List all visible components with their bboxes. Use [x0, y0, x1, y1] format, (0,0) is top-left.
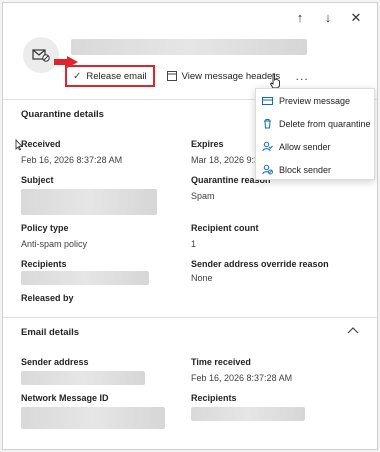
sender-address-label: Sender address [21, 357, 89, 367]
allow-sender-icon [262, 141, 273, 152]
chevron-up-icon[interactable] [347, 325, 359, 335]
top-navigation: ↑ ↓ ✕ [293, 11, 363, 25]
network-message-id-redacted [21, 407, 165, 429]
close-icon[interactable]: ✕ [349, 11, 363, 25]
quarantine-details-title: Quarantine details [21, 109, 104, 120]
email-details-title: Email details [21, 327, 80, 338]
menu-item-block-sender[interactable]: Block sender [256, 158, 374, 181]
mail-blocked-icon [32, 49, 50, 62]
time-received-label: Time received [191, 357, 251, 367]
menu-item-delete-from-quarantine[interactable]: Delete from quarantine [256, 112, 374, 135]
policy-type-label: Policy type [21, 223, 69, 233]
checkmark-icon: ✓ [73, 70, 82, 82]
menu-item-label: Preview message [279, 95, 351, 106]
more-actions-button[interactable]: ... [292, 66, 312, 86]
email-subject-redacted [71, 39, 307, 55]
email-recipients-redacted [191, 407, 305, 421]
block-sender-icon [262, 164, 273, 175]
headers-icon [166, 71, 177, 81]
email-recipients-label: Recipients [191, 393, 237, 403]
network-message-id-label: Network Message ID [21, 393, 109, 403]
menu-item-label: Allow sender [279, 141, 331, 152]
menu-item-preview-message[interactable]: Preview message [256, 89, 374, 112]
release-email-label: Release email [86, 70, 147, 82]
view-message-headers-button[interactable]: View message headers [161, 65, 287, 87]
received-value: Feb 16, 2026 8:37:28 AM [21, 155, 123, 165]
recipient-count-label: Recipient count [191, 223, 259, 233]
menu-item-allow-sender[interactable]: Allow sender [256, 135, 374, 158]
release-email-button[interactable]: ✓ Release email [65, 65, 155, 87]
sender-address-redacted [21, 371, 145, 385]
override-reason-value: None [191, 273, 213, 283]
arrow-up-icon[interactable]: ↑ [293, 11, 307, 25]
time-received-value: Feb 16, 2026 8:37:28 AM [191, 373, 293, 383]
expires-label: Expires [191, 139, 224, 149]
menu-item-label: Block sender [279, 164, 332, 175]
recipients-label: Recipients [21, 259, 67, 269]
trash-icon [264, 119, 271, 129]
hand-cursor-icon [269, 73, 280, 89]
quarantine-reason-value: Spam [191, 191, 215, 201]
more-actions-menu: Preview message Delete from quarantine A… [255, 88, 375, 180]
recipients-value-redacted [21, 271, 149, 285]
divider [3, 317, 377, 318]
arrow-down-icon[interactable]: ↓ [321, 11, 335, 25]
received-label: Received [21, 139, 61, 149]
details-panel: ↑ ↓ ✕ ✓ Release email View message heade… [2, 2, 378, 450]
menu-item-label: Delete from quarantine [279, 118, 371, 129]
view-message-headers-label: View message headers [181, 70, 281, 82]
subject-label: Subject [21, 175, 54, 185]
policy-type-value: Anti-spam policy [21, 239, 88, 249]
override-reason-label: Sender address override reason [191, 259, 329, 269]
recipient-count-value: 1 [191, 239, 197, 249]
expires-value: Mar 18, 2026 9:3 [191, 155, 260, 165]
subject-value-redacted [21, 189, 157, 215]
released-by-label: Released by [21, 293, 74, 303]
preview-icon [262, 96, 273, 105]
